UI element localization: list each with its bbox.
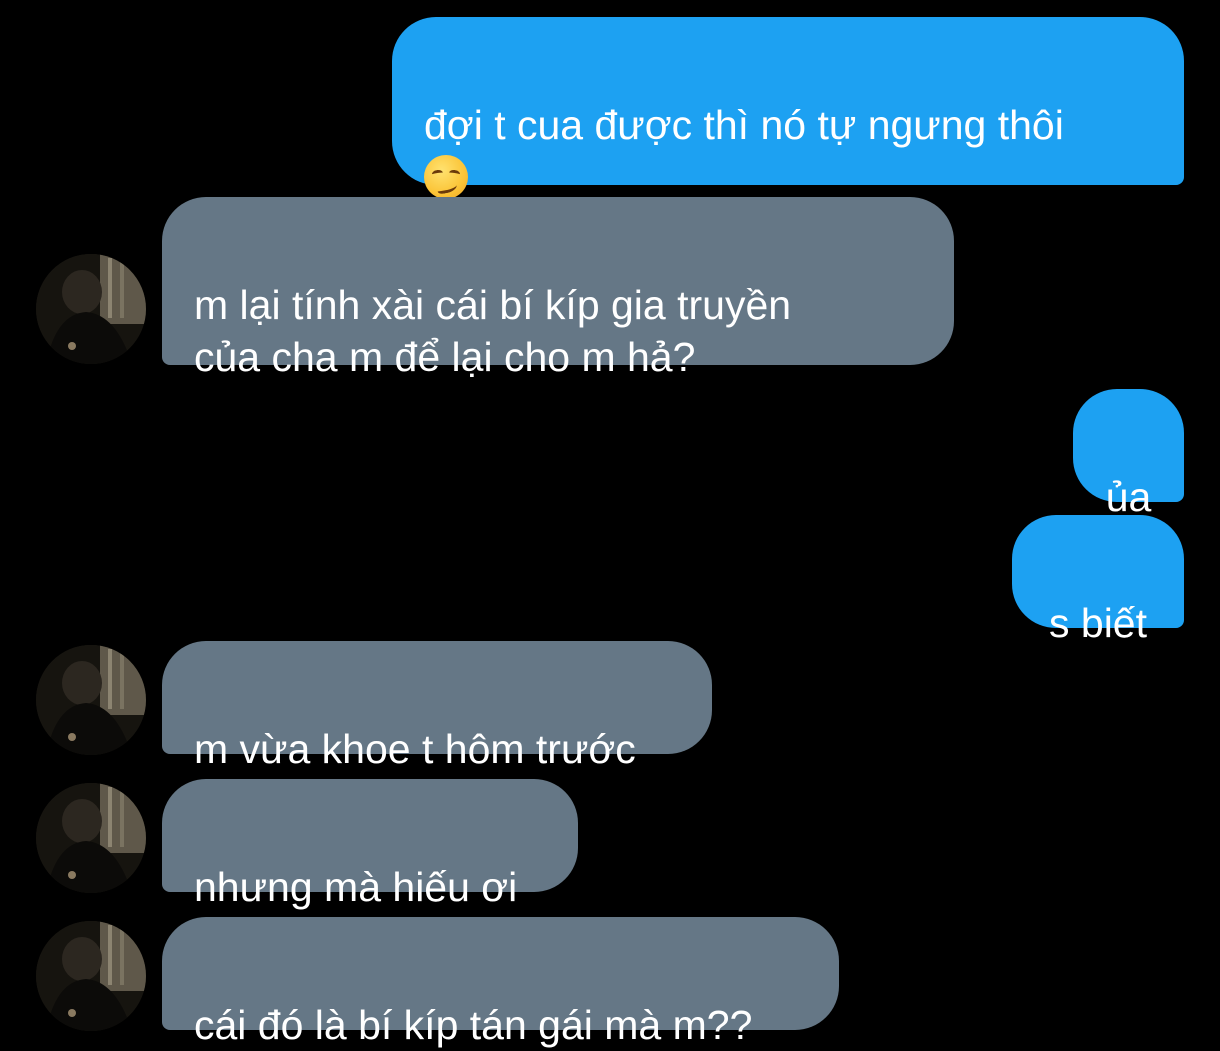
contact-avatar[interactable] — [36, 645, 146, 755]
smirking-face-emoji-icon — [424, 155, 468, 199]
received-message-bubble[interactable]: m vừa khoe t hôm trước — [162, 641, 712, 772]
contact-avatar[interactable] — [36, 783, 146, 893]
message-text: m lại tính xài cái bí kíp gia truyền của… — [194, 282, 792, 380]
message-text: nhưng mà hiếu ơi — [194, 864, 518, 910]
message-text: cái đó là bí kíp tán gái mà m?? — [194, 1002, 753, 1048]
message-text: ủa — [1105, 474, 1152, 520]
message-text: m vừa khoe t hôm trước — [194, 726, 636, 772]
contact-avatar[interactable] — [36, 254, 146, 364]
message-text: đợi t cua được thì nó tự ngưng thôi — [424, 102, 1064, 148]
sent-message-bubble[interactable]: s biết — [1012, 515, 1184, 646]
received-message-bubble[interactable]: m lại tính xài cái bí kíp gia truyền của… — [162, 197, 954, 380]
sent-message-bubble[interactable]: đợi t cua được thì nó tự ngưng thôi — [392, 17, 1184, 199]
received-message-bubble[interactable]: nhưng mà hiếu ơi — [162, 779, 578, 910]
contact-avatar[interactable] — [36, 921, 146, 1031]
chat-thread: đợi t cua được thì nó tự ngưng thôi m lạ… — [0, 0, 1220, 1048]
received-message-bubble[interactable]: cái đó là bí kíp tán gái mà m?? — [162, 917, 839, 1048]
message-text: s biết — [1049, 600, 1147, 646]
sent-message-bubble[interactable]: ủa — [1073, 389, 1184, 520]
